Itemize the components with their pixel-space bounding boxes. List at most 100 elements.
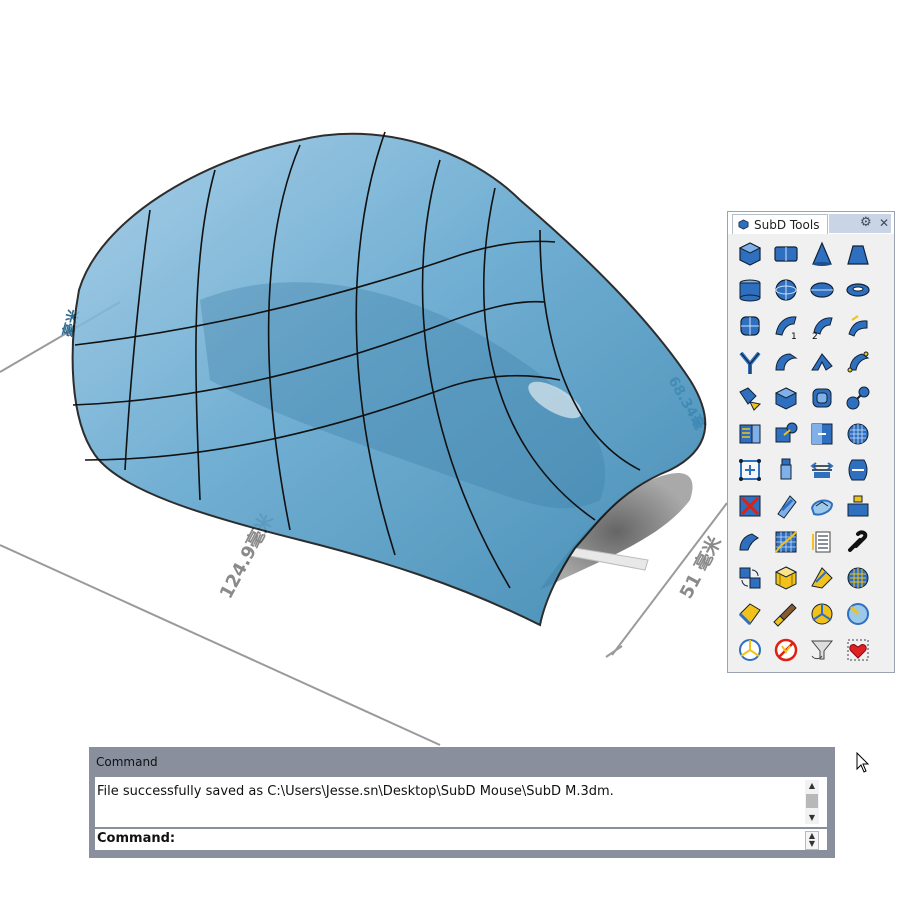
tool-subd-brush[interactable] xyxy=(768,596,804,632)
tool-subd-rail[interactable] xyxy=(804,344,840,380)
tool-subd-select[interactable] xyxy=(840,488,876,524)
tool-subd-no[interactable] xyxy=(768,632,804,668)
subd-delete-icon xyxy=(739,495,761,517)
tool-subd-delete[interactable] xyxy=(732,488,768,524)
subd-panel-titlebar[interactable]: SubD Tools ⚙ ✕ xyxy=(728,212,894,234)
subd-select-icon xyxy=(847,495,869,517)
tool-subd-heart[interactable] xyxy=(840,632,876,668)
tool-subd-sphere[interactable] xyxy=(768,272,804,308)
subd-triangle-icon xyxy=(811,603,833,625)
mouse-cursor-icon xyxy=(856,752,870,773)
subd-heart-icon xyxy=(847,639,869,661)
tool-subd-shell[interactable] xyxy=(804,560,840,596)
tool-subd-extrude[interactable] xyxy=(768,380,804,416)
tool-subd-loft-2[interactable]: 2 xyxy=(804,308,840,344)
tool-subd-weld[interactable] xyxy=(840,452,876,488)
subd-sphere-select-icon xyxy=(847,603,869,625)
subd-merge-icon xyxy=(811,423,833,445)
subd-gumball-icon xyxy=(739,459,761,481)
tool-subd-rebuild[interactable] xyxy=(840,560,876,596)
subd-paint-icon xyxy=(738,603,761,626)
subd-tools-panel[interactable]: SubD Tools ⚙ ✕ 12 xyxy=(727,211,895,673)
close-icon[interactable]: ✕ xyxy=(879,215,889,231)
command-prompt-label: Command: xyxy=(97,831,176,846)
tool-subd-loft-1[interactable]: 1 xyxy=(768,308,804,344)
subd-convert-icon xyxy=(739,567,761,589)
tool-subd-refine[interactable] xyxy=(840,416,876,452)
tool-subd-cylinder[interactable] xyxy=(732,272,768,308)
tool-subd-revolve[interactable] xyxy=(768,344,804,380)
subd-plane-icon xyxy=(774,246,798,262)
subd-grid-icon xyxy=(775,531,797,553)
command-history-text: File successfully saved as C:\Users\Jess… xyxy=(97,784,614,799)
tool-subd-repair[interactable] xyxy=(840,524,876,560)
subd-loft-1-icon: 1 xyxy=(775,316,797,340)
tool-subd-smooth[interactable] xyxy=(804,488,840,524)
tool-subd-cone[interactable] xyxy=(804,236,840,272)
svg-text:2: 2 xyxy=(812,332,818,340)
subd-ellipsoid-icon xyxy=(810,282,834,298)
subd-crease-icon xyxy=(777,495,797,519)
tool-subd-patch[interactable] xyxy=(732,524,768,560)
scroll-thumb[interactable] xyxy=(806,794,818,808)
tool-subd-truncated-cone[interactable] xyxy=(840,236,876,272)
subd-cone-icon xyxy=(812,241,832,266)
tool-subd-sweep[interactable] xyxy=(840,308,876,344)
subd-fill-icon xyxy=(775,422,798,443)
subd-brush-icon xyxy=(773,603,797,627)
command-history[interactable]: File successfully saved as C:\Users\Jess… xyxy=(95,777,827,827)
subd-revolve-icon xyxy=(775,353,798,371)
subd-skin-icon xyxy=(739,351,761,374)
tool-subd-crease[interactable] xyxy=(768,488,804,524)
subd-stitch-icon xyxy=(846,386,870,410)
tool-subd-grid[interactable] xyxy=(768,524,804,560)
gear-icon[interactable]: ⚙ xyxy=(860,215,872,231)
history-scrollbar[interactable]: ▲ ▼ xyxy=(805,780,819,824)
tab-subd-tools[interactable]: SubD Tools xyxy=(732,214,828,234)
tool-subd-box[interactable] xyxy=(732,236,768,272)
subd-box-mode-icon xyxy=(774,566,798,590)
tool-subd-quadball[interactable] xyxy=(732,308,768,344)
tool-subd-plane[interactable] xyxy=(768,236,804,272)
tool-subd-offset[interactable] xyxy=(804,380,840,416)
tool-subd-torus[interactable] xyxy=(840,272,876,308)
spin-down-icon[interactable]: ▼ xyxy=(805,839,819,849)
subd-rail-icon xyxy=(811,353,833,371)
tool-subd-bevel[interactable] xyxy=(732,380,768,416)
tool-subd-merge[interactable] xyxy=(804,416,840,452)
subd-cube-icon xyxy=(738,219,749,230)
tool-subd-stitch[interactable] xyxy=(840,380,876,416)
command-prompt: Command: ▲ ▼ xyxy=(95,829,827,850)
tool-subd-convert[interactable] xyxy=(732,560,768,596)
scroll-down-icon[interactable]: ▼ xyxy=(805,813,819,823)
tool-subd-bridge[interactable] xyxy=(732,416,768,452)
tool-subd-skin[interactable] xyxy=(732,344,768,380)
tool-subd-gumball[interactable] xyxy=(732,452,768,488)
tool-subd-box-mode[interactable] xyxy=(768,560,804,596)
scroll-up-icon[interactable]: ▲ xyxy=(805,781,819,791)
subd-tool-grid: 12 xyxy=(732,236,892,668)
command-window-title: Command xyxy=(96,755,158,769)
subd-weld-icon xyxy=(848,459,868,481)
tool-subd-insert-edge[interactable] xyxy=(768,452,804,488)
command-spinner[interactable]: ▲ ▼ xyxy=(805,831,819,850)
subd-patch-icon xyxy=(739,533,759,551)
tool-subd-ellipsoid[interactable] xyxy=(804,272,840,308)
command-input[interactable] xyxy=(173,830,807,850)
subd-loft-2-icon: 2 xyxy=(812,317,833,340)
subd-refine-icon xyxy=(847,423,869,445)
tool-subd-sphere-select[interactable] xyxy=(840,596,876,632)
tool-subd-paint[interactable] xyxy=(732,596,768,632)
subd-repair-icon xyxy=(848,530,868,552)
tool-subd-corner[interactable] xyxy=(732,632,768,668)
subd-cylinder-icon xyxy=(739,279,761,302)
subd-sweep-icon xyxy=(848,315,868,337)
tool-subd-slide[interactable] xyxy=(804,452,840,488)
subd-corner-icon xyxy=(739,639,761,661)
tool-subd-funnel[interactable] xyxy=(804,632,840,668)
tool-subd-control-polygon[interactable] xyxy=(840,344,876,380)
subd-bridge-icon xyxy=(739,424,761,444)
tool-subd-list[interactable] xyxy=(804,524,840,560)
tool-subd-fill[interactable] xyxy=(768,416,804,452)
tool-subd-triangle[interactable] xyxy=(804,596,840,632)
